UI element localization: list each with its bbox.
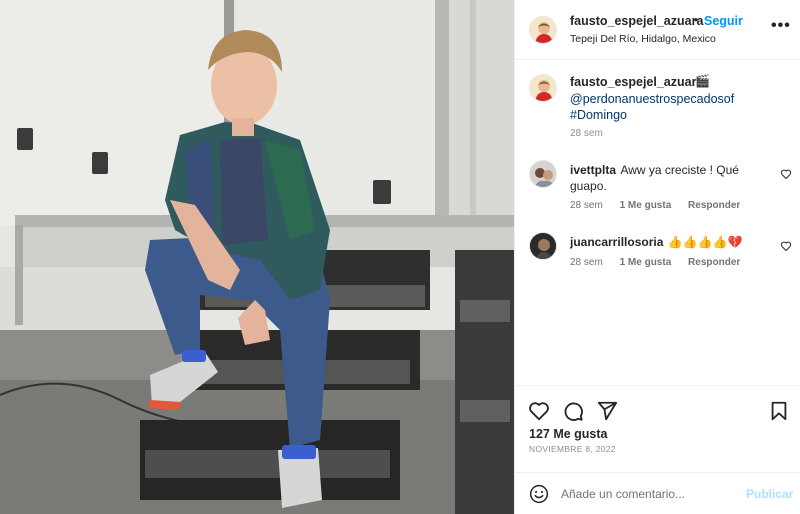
author-avatar[interactable] (529, 16, 557, 44)
clapperboard-emoji: 🎬 (695, 74, 710, 88)
comment-avatar[interactable] (529, 232, 557, 260)
comment-avatar-image (530, 161, 556, 187)
comment-text: 👍👍👍👍💔 (667, 235, 743, 249)
author-avatar-image (530, 17, 556, 43)
comment-time: 28 sem (570, 257, 603, 268)
add-comment-bar: Publicar (515, 472, 800, 514)
comment-item: juancarrillosoria 👍👍👍👍💔 (570, 234, 775, 250)
bookmark-icon[interactable] (768, 400, 790, 422)
caption-time: 28 sem (570, 128, 603, 139)
comment-meta: 28 sem 1 Me gusta Responder (570, 200, 754, 211)
comment-username[interactable]: juancarrillosoria (570, 235, 663, 249)
comment-text-line2: guapo. (570, 179, 607, 193)
comment-time: 28 sem (570, 200, 603, 211)
comment-item: ivettplta Aww ya creciste ! Qué guapo. (570, 162, 775, 194)
likes-count[interactable]: 127 Me gusta (529, 427, 608, 441)
publish-button[interactable]: Publicar (746, 487, 793, 501)
comment-text-line1: Aww ya creciste ! Qué (620, 163, 739, 177)
comment-icon[interactable] (562, 400, 584, 422)
post-location[interactable]: Tepeji Del Río, Hidalgo, Mexico (570, 33, 716, 45)
caption-author-avatar[interactable] (529, 74, 557, 102)
emoji-icon[interactable] (529, 484, 549, 504)
follow-button[interactable]: Seguir (704, 14, 743, 28)
caption-mention[interactable]: @perdonanuestrospecadosof (570, 92, 734, 106)
caption-username[interactable]: fausto_espejel_azuara (570, 75, 703, 89)
post-side-panel: fausto_espejel_azuara • Seguir Tepeji De… (514, 0, 800, 514)
header-separator: • (694, 13, 699, 27)
comment-heart-icon[interactable] (780, 240, 792, 252)
comment-meta: 28 sem 1 Me gusta Responder (570, 257, 754, 268)
heart-icon[interactable] (528, 400, 550, 422)
post-date: NOVIEMBRE 8, 2022 (529, 444, 616, 454)
post-header: fausto_espejel_azuara • Seguir Tepeji De… (515, 0, 800, 60)
post-photo[interactable] (0, 0, 514, 514)
caption-avatar-image (530, 75, 556, 101)
author-username[interactable]: fausto_espejel_azuara (570, 14, 703, 28)
comment-avatar-image (530, 233, 556, 259)
comment-likes[interactable]: 1 Me gusta (620, 200, 672, 211)
post-image (0, 0, 514, 514)
comment-reply-button[interactable]: Responder (688, 200, 740, 211)
comment-likes[interactable]: 1 Me gusta (620, 257, 672, 268)
comment-username[interactable]: ivettplta (570, 163, 616, 177)
comment-avatar[interactable] (529, 160, 557, 188)
comment-reply-button[interactable]: Responder (688, 257, 740, 268)
comment-input[interactable] (561, 484, 731, 504)
comment-heart-icon[interactable] (780, 168, 792, 180)
more-horizontal-icon[interactable]: ••• (771, 17, 791, 35)
share-icon[interactable] (596, 400, 618, 422)
caption-hashtag[interactable]: #Domingo (570, 108, 627, 122)
